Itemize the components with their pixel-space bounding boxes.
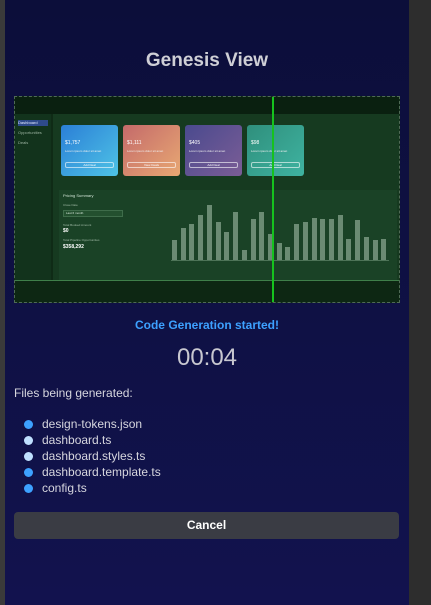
- preview-bar: [180, 228, 186, 260]
- preview-sidebar-item-deals: Deals: [18, 140, 29, 145]
- preview-chart-title: Pricing Summary: [63, 193, 94, 198]
- preview-card-button: Add Deal: [189, 162, 238, 168]
- preview-bar: [355, 220, 361, 260]
- preview-bar: [224, 231, 230, 260]
- preview-bar: [329, 219, 334, 260]
- preview-card-sub: Lorem ipsum dolor sit amet: [127, 149, 164, 153]
- list-item: dashboard.ts: [24, 432, 161, 448]
- preview-bar: [233, 212, 238, 260]
- preview-select: Last 6 month: [63, 210, 123, 217]
- preview-card-button: View Deals: [127, 162, 176, 168]
- status-dot-icon: [24, 435, 33, 445]
- preview-footer: [15, 281, 399, 302]
- preview-bar: [215, 221, 221, 260]
- preview-card-sub: Lorem ipsum dolor sit amet: [65, 149, 102, 153]
- preview-card-button: Add Deal: [65, 162, 114, 168]
- preview-bar: [276, 242, 282, 260]
- status-dot-icon: [24, 451, 33, 461]
- preview-bar: [285, 247, 291, 260]
- preview-bar: [372, 239, 378, 260]
- preview-bar: [381, 239, 387, 260]
- preview-bar: [259, 211, 265, 260]
- scan-line: [272, 97, 274, 302]
- preview-sidebar: Dashboard Opportunities Deals: [15, 114, 51, 282]
- preview-bar: [198, 214, 204, 260]
- preview-card: $1,757 Lorem ipsum dolor sit amet Add De…: [61, 125, 118, 176]
- preview-card: $405 Lorem ipsum dolor sit amet Add Deal: [185, 125, 242, 176]
- dialog-title: Genesis View: [145, 50, 269, 71]
- preview-bar: [206, 204, 212, 260]
- preview-bar: [302, 221, 308, 260]
- file-name: dashboard.template.ts: [42, 465, 161, 479]
- preview-stat1-label: Total Booked Amount: [63, 223, 92, 227]
- preview-topbar: [15, 97, 399, 114]
- list-item: dashboard.styles.ts: [24, 448, 161, 464]
- preview-bar: [241, 249, 247, 260]
- window-right-edge: [409, 0, 431, 605]
- preview-bar: [320, 219, 326, 260]
- genesis-view-dialog: Genesis View Dashboard Opportunities Dea…: [5, 0, 409, 605]
- preview-chart-panel: Pricing Summary Close Date Last 6 month …: [59, 190, 397, 280]
- file-name: config.ts: [42, 481, 87, 495]
- preview-card: $1,111 Lorem ipsum dolor sit amet View D…: [123, 125, 180, 176]
- dashboard-preview: Dashboard Opportunities Deals $1,757 Lor…: [14, 96, 400, 303]
- preview-card-amount: $1,757: [65, 140, 81, 146]
- preview-select-label: Close Date: [63, 203, 78, 207]
- status-dot-icon: [24, 467, 33, 477]
- elapsed-timer: 00:04: [176, 344, 238, 371]
- preview-stat1-value: $0: [63, 228, 69, 234]
- files-heading: Files being generated:: [14, 386, 133, 400]
- preview-sidebar-item-opportunities: Opportunities: [18, 130, 42, 135]
- preview-card-amount: $1,111: [127, 140, 142, 146]
- list-item: design-tokens.json: [24, 416, 161, 432]
- list-item: config.ts: [24, 480, 161, 496]
- preview-stat2-label: Total Pipeline Opportunities: [63, 238, 100, 242]
- preview-stat2-value: $358,292: [63, 244, 84, 250]
- preview-card-sub: Lorem ipsum dolor sit amet: [189, 149, 226, 153]
- cancel-button[interactable]: Cancel: [14, 512, 399, 539]
- preview-card-button: Add Deal: [251, 162, 300, 168]
- preview-sidebar-item-dashboard: Dashboard: [18, 120, 48, 126]
- preview-bar: [189, 224, 195, 260]
- file-name: dashboard.styles.ts: [42, 449, 146, 463]
- file-list: design-tokens.json dashboard.ts dashboar…: [24, 416, 161, 496]
- status-dot-icon: [24, 419, 33, 429]
- preview-card: $98 Lorem ipsum dolor sit amet Add Deal: [247, 125, 304, 176]
- preview-bar-chart: [171, 202, 389, 261]
- preview-card-sub: Lorem ipsum dolor sit amet: [251, 149, 288, 153]
- file-name: design-tokens.json: [42, 417, 143, 431]
- preview-bar: [311, 218, 317, 260]
- preview-card-amount: $98: [251, 140, 260, 146]
- preview-bar: [363, 236, 369, 260]
- preview-bar: [346, 238, 352, 260]
- preview-main: $1,757 Lorem ipsum dolor sit amet Add De…: [53, 114, 399, 282]
- preview-bar: [250, 219, 256, 260]
- preview-bar: [294, 223, 300, 260]
- file-name: dashboard.ts: [42, 433, 112, 447]
- status-dot-icon: [24, 483, 33, 493]
- list-item: dashboard.template.ts: [24, 464, 161, 480]
- preview-card-amount: $405: [189, 140, 201, 146]
- generation-status: Code Generation started!: [134, 318, 280, 332]
- preview-bar: [337, 215, 343, 260]
- preview-bar: [172, 239, 177, 260]
